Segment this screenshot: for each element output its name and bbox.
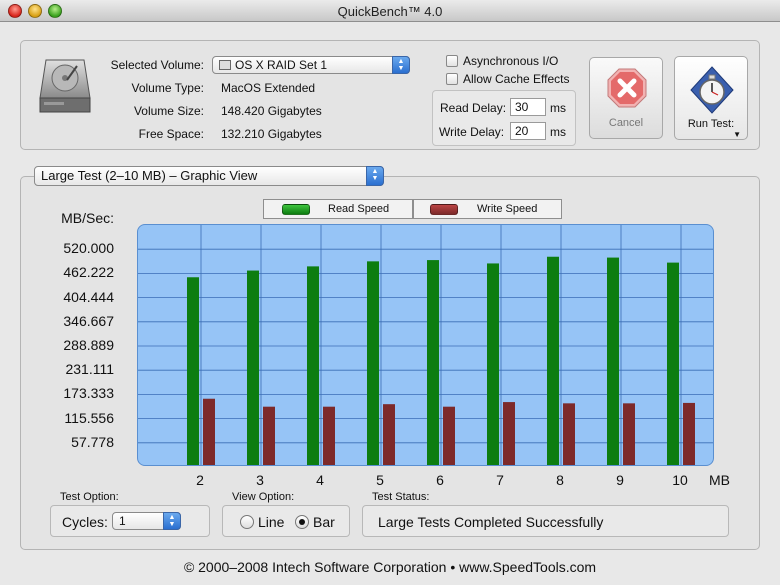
legend-read-label: Read Speed	[328, 203, 390, 215]
cycles-select-value: 1	[119, 514, 126, 528]
run-test-button-label: Run Test:	[687, 118, 735, 130]
y-tick-label: 404.444	[63, 288, 114, 305]
test-view-select-value: Large Test (2–10 MB) – Graphic View	[41, 168, 258, 183]
test-view-select[interactable]: Large Test (2–10 MB) – Graphic View ▲ ▼	[34, 166, 384, 186]
free-space-value: 132.210 Gigabytes	[221, 127, 322, 141]
read-speed-bar	[307, 266, 319, 465]
cache-effects-checkbox[interactable]	[446, 73, 458, 85]
y-tick-label: 520.000	[63, 240, 114, 257]
y-tick-label: 346.667	[63, 312, 114, 329]
popup-arrows-icon: ▲ ▼	[366, 166, 384, 186]
line-view-label: Line	[258, 514, 285, 530]
y-tick-label: 57.778	[71, 433, 114, 450]
cancel-button[interactable]: Cancel	[589, 57, 663, 139]
read-speed-bar	[247, 270, 259, 465]
read-speed-bar	[667, 262, 679, 465]
x-tick-label: 5	[376, 472, 384, 488]
window-title: QuickBench™ 4.0	[337, 4, 443, 19]
async-io-checkbox[interactable]	[446, 55, 458, 67]
y-tick-label: 115.556	[64, 409, 114, 426]
volume-type-label: Volume Type:	[131, 81, 205, 95]
y-axis-unit: MB/Sec:	[61, 210, 114, 226]
read-speed-bar	[427, 260, 439, 465]
write-speed-bar	[503, 402, 515, 465]
volume-select-value: OS X RAID Set 1	[235, 58, 328, 72]
write-delay-unit: ms	[550, 125, 566, 139]
read-delay-label: Read Delay:	[440, 101, 507, 115]
volume-size-value: 148.420 Gigabytes	[221, 104, 322, 118]
read-speed-bar	[487, 263, 499, 465]
test-status-label: Test Status:	[372, 491, 430, 503]
x-tick-label: 2	[196, 472, 204, 488]
volume-select[interactable]: OS X RAID Set 1 ▲ ▼	[212, 56, 410, 74]
write-delay-label: Write Delay:	[439, 125, 505, 139]
bar-view-label: Bar	[313, 514, 335, 530]
write-speed-bar	[263, 406, 275, 465]
x-tick-label: 10	[672, 472, 688, 488]
line-view-radio[interactable]	[240, 515, 254, 529]
hard-drive-icon	[39, 59, 91, 113]
y-tick-label: 288.889	[63, 337, 114, 353]
read-speed-bar	[547, 256, 559, 465]
volume-type-value: MacOS Extended	[221, 81, 316, 95]
x-tick-label: 8	[556, 472, 564, 488]
read-delay-field[interactable]: 30	[510, 98, 546, 116]
legend-write: Write Speed	[413, 199, 562, 219]
cache-effects-label: Allow Cache Effects	[463, 72, 570, 86]
bar-chart	[138, 225, 713, 465]
x-tick-label: 6	[436, 472, 444, 488]
x-tick-label: 9	[616, 472, 624, 488]
view-option-label: View Option:	[232, 491, 295, 503]
read-delay-unit: ms	[550, 101, 566, 115]
dropdown-arrow-icon: ▼	[733, 130, 741, 139]
y-tick-label: 462.222	[63, 264, 114, 281]
bar-view-radio[interactable]	[295, 515, 309, 529]
write-speed-bar	[563, 403, 575, 465]
free-space-label: Free Space:	[138, 127, 204, 141]
legend-read: Read Speed	[263, 199, 413, 219]
async-io-label: Asynchronous I/O	[463, 54, 559, 68]
test-option-label: Test Option:	[60, 491, 119, 503]
x-tick-label: 3	[256, 472, 264, 488]
write-speed-bar	[443, 406, 455, 465]
x-tick-label: 7	[496, 472, 504, 488]
write-speed-bar	[623, 403, 635, 465]
volume-size-label: Volume Size:	[133, 104, 204, 118]
popup-arrows-icon: ▲ ▼	[392, 56, 410, 74]
read-speed-bar	[607, 257, 619, 465]
x-axis-unit: MB	[709, 472, 730, 488]
chart-plot-area	[137, 224, 714, 466]
test-status-value: Large Tests Completed Successfully	[378, 514, 604, 530]
write-delay-field[interactable]: 20	[510, 122, 546, 140]
y-tick-label: 231.111	[65, 361, 114, 378]
write-speed-bar	[683, 402, 695, 465]
cancel-stop-icon	[607, 68, 647, 108]
read-speed-bar	[187, 277, 199, 465]
legend-write-swatch	[430, 204, 458, 215]
legend-write-label: Write Speed	[477, 203, 538, 215]
read-speed-bar	[367, 261, 379, 465]
write-speed-bar	[203, 398, 215, 465]
title-bar: QuickBench™ 4.0	[0, 0, 780, 22]
write-speed-bar	[383, 404, 395, 465]
disk-icon	[219, 60, 231, 70]
cycles-label: Cycles:	[62, 514, 108, 530]
x-tick-label: 4	[316, 472, 324, 488]
popup-arrows-icon: ▲ ▼	[163, 512, 181, 530]
cancel-button-label: Cancel	[608, 117, 644, 129]
legend-read-swatch	[282, 204, 310, 215]
write-speed-bar	[323, 406, 335, 465]
footer-copyright: © 2000–2008 Intech Software Corporation …	[183, 559, 597, 575]
run-test-button[interactable]: Run Test: ▼	[674, 56, 748, 140]
cycles-select[interactable]: 1 ▲ ▼	[112, 512, 181, 530]
selected-volume-label: Selected Volume:	[110, 58, 204, 72]
stopwatch-icon	[690, 66, 734, 114]
y-tick-label: 173.333	[63, 385, 114, 402]
